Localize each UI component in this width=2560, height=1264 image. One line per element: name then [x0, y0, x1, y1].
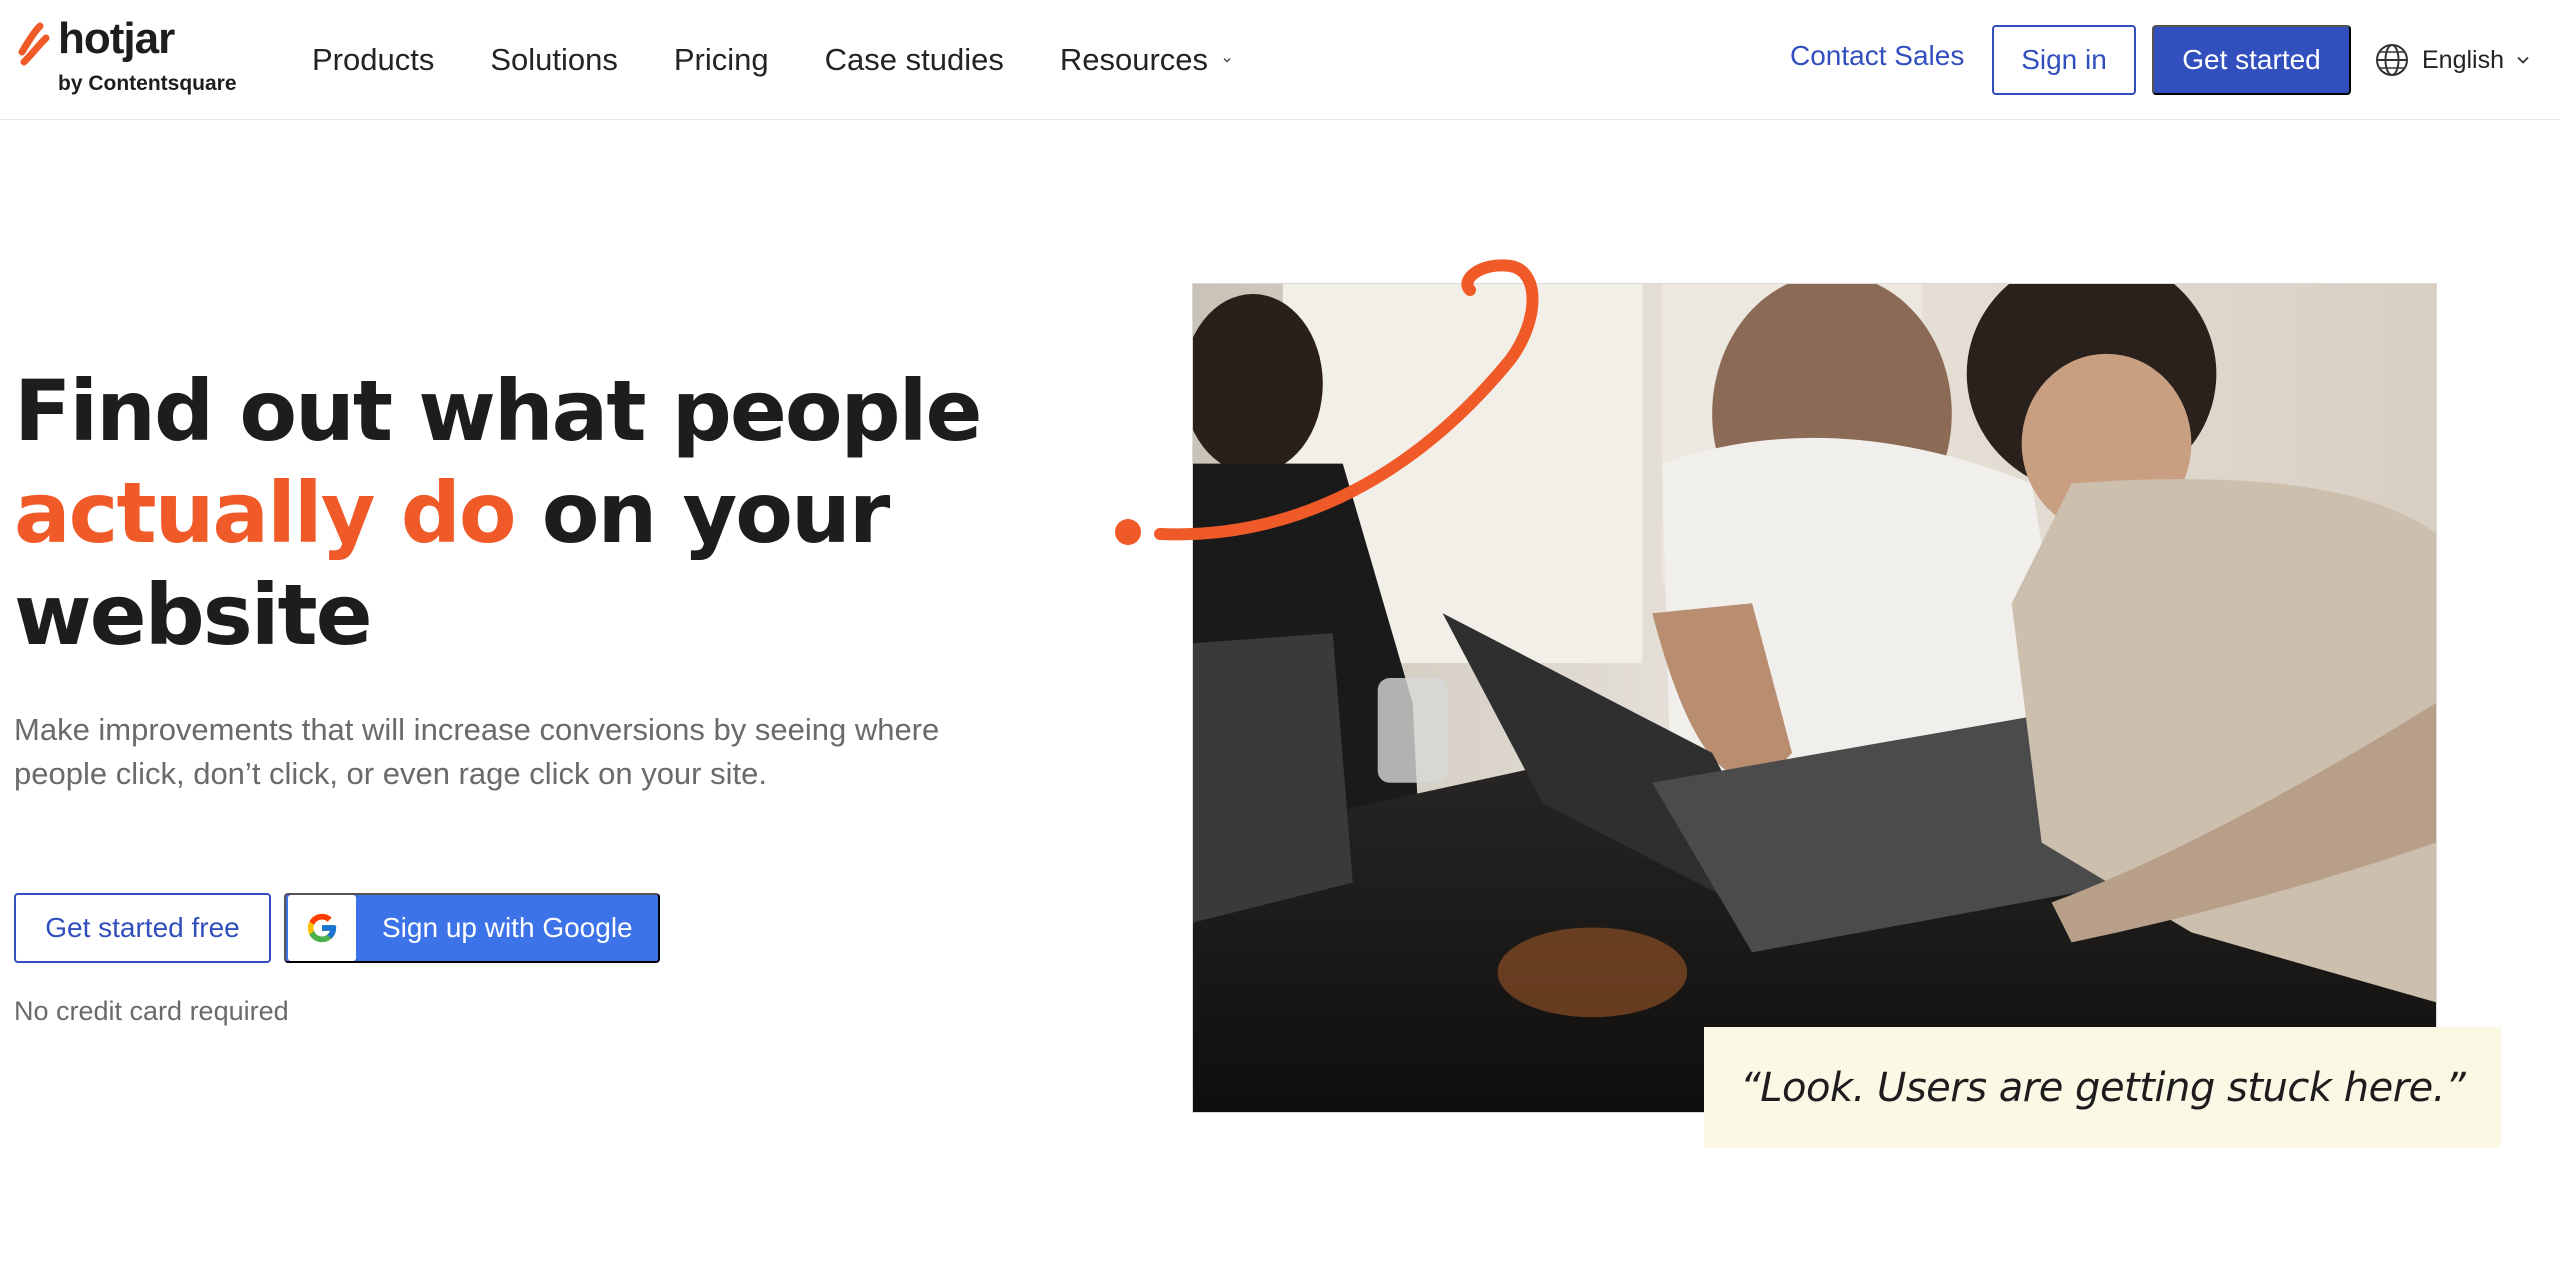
google-icon [307, 913, 337, 943]
decorative-swoosh-icon [1115, 259, 1539, 545]
chevron-down-icon [2517, 56, 2529, 64]
nav-item-solutions[interactable]: Solutions [490, 42, 618, 78]
language-selector[interactable]: English [2374, 38, 2530, 82]
nav-item-case-studies[interactable]: Case studies [825, 42, 1004, 78]
headline-line-3: website [14, 566, 373, 664]
sign-up-with-google-button[interactable]: Sign up with Google [284, 893, 660, 963]
nav-item-resources-label: Resources [1059, 42, 1209, 77]
brand-tagline: by Contentsquare [58, 72, 237, 95]
brand-name: hotjar [58, 14, 175, 63]
get-started-free-button[interactable]: Get started free [14, 893, 271, 963]
google-icon-box [288, 895, 356, 961]
chevron-down-icon [1223, 58, 1231, 63]
globe-icon [2376, 44, 2408, 76]
hotjar-logo[interactable]: hotjar by Contentsquare [14, 14, 254, 102]
get-started-button[interactable]: Get started [2152, 25, 2351, 95]
hotjar-logo-icon [18, 22, 50, 66]
quote-text: “Look. Users are getting stuck here.” [1740, 1064, 2466, 1111]
language-label: English [2422, 45, 2504, 74]
headline-line-1: Find out what people [14, 362, 982, 460]
google-button-label: Sign up with Google [382, 912, 633, 943]
nav-item-products[interactable]: Products [312, 42, 434, 78]
site-header: hotjar by Contentsquare Products Solutio… [0, 0, 2560, 120]
quote-card: “Look. Users are getting stuck here.” [1704, 1027, 2501, 1148]
hero-headline: Find out what people actually do on your… [14, 360, 1014, 666]
headline-accent: actually do [14, 464, 517, 562]
hero-subtext: Make improvements that will increase con… [14, 712, 940, 791]
no-credit-card-note: No credit card required [14, 996, 289, 1026]
nav-item-pricing[interactable]: Pricing [674, 42, 769, 78]
main-nav: Products Solutions Pricing Case studies … [312, 36, 1288, 84]
contact-sales-link[interactable]: Contact Sales [1790, 40, 1964, 72]
nav-item-resources[interactable]: Resources [1060, 42, 1232, 78]
headline-line-2: on your [541, 464, 890, 562]
sign-in-button[interactable]: Sign in [1992, 25, 2136, 95]
